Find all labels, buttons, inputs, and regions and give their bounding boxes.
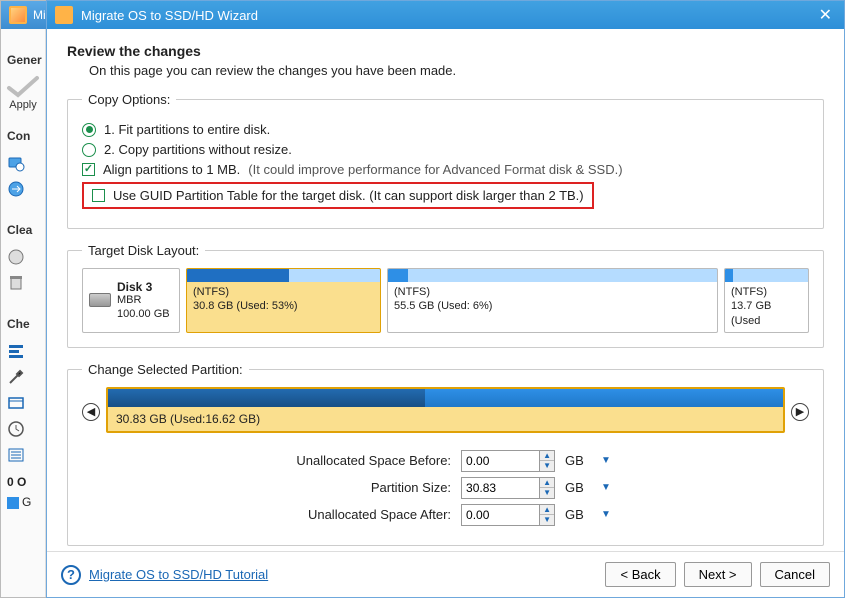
wizard-logo-icon <box>55 6 73 24</box>
help-icon[interactable]: ? <box>61 565 81 585</box>
wizard-body: Review the changes On this page you can … <box>47 29 844 551</box>
close-button[interactable]: ✕ <box>815 5 836 25</box>
option-fit-entire-disk[interactable]: 1. Fit partitions to entire disk. <box>82 122 809 137</box>
option-1-label: 1. Fit partitions to entire disk. <box>104 122 270 137</box>
option-use-gpt[interactable]: Use GUID Partition Table for the target … <box>82 182 809 209</box>
align-icon[interactable] <box>7 339 45 363</box>
disk-row: Disk 3 MBR 100.00 GB (NTFS) 30.8 GB (Use… <box>82 268 809 333</box>
target-layout-legend: Target Disk Layout: <box>82 243 205 258</box>
checkbox-icon[interactable] <box>92 189 105 202</box>
operations-count: 0 O <box>1 469 45 491</box>
disk-summary[interactable]: Disk 3 MBR 100.00 GB <box>82 268 180 333</box>
partition-color-icon <box>7 497 19 509</box>
unallocated-before-label: Unallocated Space Before: <box>276 453 451 468</box>
bg-section-common: Con <box>1 125 45 149</box>
target-disk-layout-group: Target Disk Layout: Disk 3 MBR 100.00 GB… <box>67 243 824 348</box>
selected-partition-preview[interactable]: 30.83 GB (Used:16.62 GB) <box>106 387 785 433</box>
wizard-footer: ? Migrate OS to SSD/HD Tutorial < Back N… <box>47 551 844 597</box>
partition-2[interactable]: (NTFS) 55.5 GB (Used: 6%) <box>387 268 718 333</box>
unit-gb: GB <box>565 507 587 522</box>
disk-type: MBR <box>117 294 170 307</box>
wizard-titlebar: Migrate OS to SSD/HD Wizard ✕ <box>47 1 844 29</box>
partition-size-input[interactable] <box>461 477 539 499</box>
disk-name: Disk 3 <box>117 280 170 294</box>
spin-up-icon[interactable]: ▲ <box>540 478 554 488</box>
spinner-buttons[interactable]: ▲▼ <box>539 504 555 526</box>
bg-sidebar: Gener Apply Con Clea Che 0 O G <box>1 29 46 597</box>
partition-1-info: 30.8 GB (Used: 53%) <box>193 299 374 313</box>
spinner-buttons[interactable]: ▲▼ <box>539 450 555 472</box>
unit-gb: GB <box>565 453 587 468</box>
bg-tab-general[interactable]: Gener <box>1 49 45 73</box>
unallocated-after-label: Unallocated Space After: <box>276 507 451 522</box>
delete-icon[interactable] <box>7 271 45 295</box>
partition-2-info: 55.5 GB (Used: 6%) <box>394 299 711 313</box>
spin-down-icon[interactable]: ▼ <box>540 488 554 498</box>
apply-label: Apply <box>1 99 45 111</box>
unit-dropdown-icon[interactable]: ▼ <box>597 482 615 493</box>
partition-1[interactable]: (NTFS) 30.8 GB (Used: 53%) <box>186 268 381 333</box>
window-icon[interactable] <box>7 391 45 415</box>
unallocated-after-input[interactable] <box>461 504 539 526</box>
back-button[interactable]: < Back <box>605 562 675 587</box>
unit-gb: GB <box>565 480 587 495</box>
app-logo-icon <box>9 6 27 24</box>
partition-3-info: 13.7 GB (Used <box>731 299 802 328</box>
highlight-box: Use GUID Partition Table for the target … <box>82 182 594 209</box>
partition-size-label: Partition Size: <box>276 480 451 495</box>
option-copy-without-resize[interactable]: 2. Copy partitions without resize. <box>82 142 809 157</box>
slider-next-button[interactable]: ▶ <box>791 403 809 421</box>
partition-size-row: Partition Size: ▲▼ GB ▼ <box>82 477 809 499</box>
page-subheading: On this page you can review the changes … <box>89 63 824 78</box>
selected-partition-summary: 30.83 GB (Used:16.62 GB) <box>108 407 783 431</box>
spinner-buttons[interactable]: ▲▼ <box>539 477 555 499</box>
unit-dropdown-icon[interactable]: ▼ <box>597 455 615 466</box>
list-icon[interactable] <box>7 443 45 467</box>
bg-section-clean: Clea <box>1 219 45 243</box>
copy-options-group: Copy Options: 1. Fit partitions to entir… <box>67 92 824 229</box>
partition-3-fs: (NTFS) <box>731 285 802 299</box>
spin-down-icon[interactable]: ▼ <box>540 515 554 525</box>
next-button[interactable]: Next > <box>684 562 752 587</box>
migrate-wizard-icon[interactable] <box>7 177 45 201</box>
tutorial-link[interactable]: Migrate OS to SSD/HD Tutorial <box>89 567 268 582</box>
partition-2-fs: (NTFS) <box>394 285 711 299</box>
slider-prev-button[interactable]: ◀ <box>82 403 100 421</box>
disk-wizard-icon[interactable] <box>7 151 45 175</box>
unallocated-after-row: Unallocated Space After: ▲▼ GB ▼ <box>82 504 809 526</box>
partition-1-fs: (NTFS) <box>193 285 374 299</box>
wizard-window: Migrate OS to SSD/HD Wizard ✕ Review the… <box>46 0 845 598</box>
clock-icon[interactable] <box>7 417 45 441</box>
tools-icon[interactable] <box>7 365 45 389</box>
cancel-button[interactable]: Cancel <box>760 562 830 587</box>
unallocated-before-row: Unallocated Space Before: ▲▼ GB ▼ <box>82 450 809 472</box>
unit-dropdown-icon[interactable]: ▼ <box>597 509 615 520</box>
hdd-icon <box>89 293 111 307</box>
apply-check-icon[interactable] <box>6 75 40 99</box>
bg-section-check: Che <box>1 313 45 337</box>
partition-slider-wrap: ◀ 30.83 GB (Used:16.62 GB) ▶ <box>82 387 809 433</box>
spin-down-icon[interactable]: ▼ <box>540 461 554 471</box>
radio-icon[interactable] <box>82 123 96 137</box>
radio-icon[interactable] <box>82 143 96 157</box>
page-heading: Review the changes <box>67 43 824 59</box>
disk-size: 100.00 GB <box>117 308 170 321</box>
guid-label: Use GUID Partition Table for the target … <box>113 188 584 203</box>
spin-up-icon[interactable]: ▲ <box>540 505 554 515</box>
bg-title-text: Mi <box>33 8 46 22</box>
change-partition-legend: Change Selected Partition: <box>82 362 249 377</box>
spin-up-icon[interactable]: ▲ <box>540 451 554 461</box>
wizard-title-text: Migrate OS to SSD/HD Wizard <box>81 8 258 23</box>
option-2-label: 2. Copy partitions without resize. <box>104 142 292 157</box>
pending-op-item[interactable]: G <box>1 491 45 513</box>
clean-global-icon[interactable] <box>7 245 45 269</box>
align-hint: (It could improve performance for Advanc… <box>248 162 622 177</box>
change-partition-group: Change Selected Partition: ◀ 30.83 GB (U… <box>67 362 824 546</box>
partition-3[interactable]: (NTFS) 13.7 GB (Used <box>724 268 809 333</box>
option-align-1mb[interactable]: Align partitions to 1 MB. (It could impr… <box>82 162 809 177</box>
unallocated-before-input[interactable] <box>461 450 539 472</box>
checkbox-icon[interactable] <box>82 163 95 176</box>
copy-options-legend: Copy Options: <box>82 92 176 107</box>
align-label: Align partitions to 1 MB. <box>103 162 240 177</box>
